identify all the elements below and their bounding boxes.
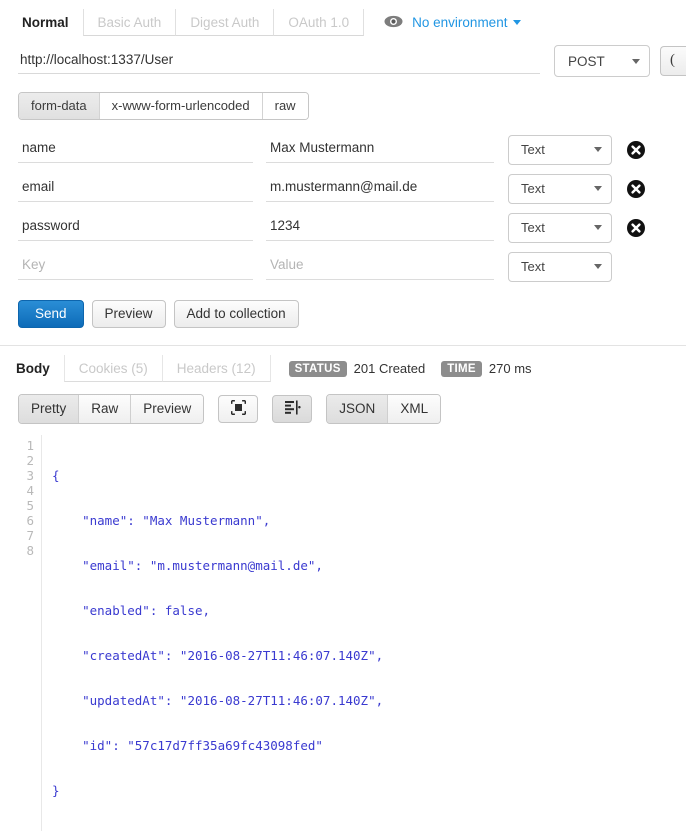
line-number: 2 (18, 453, 34, 468)
line-number: 7 (18, 528, 34, 543)
url-params-button[interactable]: ( (660, 46, 686, 76)
fullscreen-square-icon (231, 400, 246, 418)
code-line: { (52, 468, 383, 483)
delete-row-icon[interactable] (627, 141, 645, 159)
form-key-input[interactable] (18, 137, 253, 163)
status-badge: STATUS (289, 361, 347, 377)
form-value-input[interactable] (266, 254, 494, 280)
url-params-label: ( (670, 52, 675, 69)
tab-oauth-1[interactable]: OAuth 1.0 (273, 9, 364, 36)
auth-tab-bar: Normal Basic Auth Digest Auth OAuth 1.0 … (0, 0, 686, 36)
chevron-down-icon (594, 147, 602, 152)
format-mode-group: Pretty Raw Preview (18, 394, 204, 424)
response-body-code: { "name": "Max Mustermann", "email": "m.… (42, 435, 383, 831)
chevron-down-icon (594, 225, 602, 230)
body-type-raw[interactable]: raw (262, 93, 308, 119)
line-number: 4 (18, 483, 34, 498)
form-data-row-empty: Text (18, 247, 686, 286)
tab-digest-auth[interactable]: Digest Auth (175, 9, 273, 36)
form-key-input[interactable] (18, 215, 253, 241)
status-value: 201 Created (354, 361, 426, 376)
chevron-down-icon (632, 59, 640, 64)
url-input[interactable] (18, 48, 540, 74)
response-tab-bar: Body Cookies (5) Headers (12) STATUS 201… (0, 346, 686, 382)
chevron-down-icon (594, 264, 602, 269)
wrap-lines-icon (284, 400, 301, 418)
form-key-input[interactable] (18, 254, 253, 280)
line-number: 1 (18, 438, 34, 453)
eye-icon[interactable] (384, 15, 403, 31)
environment-selector[interactable]: No environment (368, 9, 521, 36)
line-number: 5 (18, 498, 34, 513)
send-button[interactable]: Send (18, 300, 84, 328)
form-key-input[interactable] (18, 176, 253, 202)
format-pretty-button[interactable]: Pretty (19, 395, 78, 423)
chevron-down-icon (594, 186, 602, 191)
form-data-row: Text (18, 169, 686, 208)
environment-label[interactable]: No environment (412, 15, 507, 30)
code-line: "name": "Max Mustermann", (52, 513, 383, 528)
time-badge: TIME (441, 361, 482, 377)
code-line: } (52, 783, 383, 798)
body-type-tabs: form-data x-www-form-urlencoded raw (0, 86, 686, 120)
form-data-row: Text (18, 208, 686, 247)
line-number: 3 (18, 468, 34, 483)
code-line: "createdAt": "2016-08-27T11:46:07.140Z", (52, 648, 383, 663)
form-value-input[interactable] (266, 176, 494, 202)
form-data-row: Text (18, 130, 686, 169)
form-value-input[interactable] (266, 137, 494, 163)
language-group: JSON XML (326, 394, 441, 424)
response-meta: STATUS 201 Created TIME 270 ms (271, 355, 532, 382)
tab-normal[interactable]: Normal (8, 9, 83, 36)
form-type-value: Text (521, 259, 545, 274)
form-type-value: Text (521, 181, 545, 196)
tab-headers[interactable]: Headers (12) (162, 355, 271, 382)
http-method-select[interactable]: POST (554, 45, 650, 77)
form-type-value: Text (521, 142, 545, 157)
line-number-gutter: 1 2 3 4 5 6 7 8 (18, 435, 42, 831)
fullscreen-button[interactable] (218, 395, 258, 423)
language-json-button[interactable]: JSON (327, 395, 387, 423)
response-toolbar: Pretty Raw Preview JSON XML (0, 382, 686, 424)
chevron-down-icon[interactable] (513, 20, 521, 25)
format-raw-button[interactable]: Raw (78, 395, 130, 423)
form-type-select[interactable]: Text (508, 174, 612, 204)
language-xml-button[interactable]: XML (387, 395, 440, 423)
form-type-select[interactable]: Text (508, 213, 612, 243)
body-type-urlencoded[interactable]: x-www-form-urlencoded (99, 93, 262, 119)
time-value: 270 ms (489, 361, 532, 376)
form-data-rows: Text Text Text (0, 120, 686, 286)
delete-row-icon[interactable] (627, 180, 645, 198)
request-url-row: POST ( (0, 36, 686, 86)
wrap-lines-button[interactable] (272, 395, 312, 423)
format-preview-button[interactable]: Preview (130, 395, 203, 423)
request-actions: Send Preview Add to collection (0, 286, 686, 328)
form-type-select[interactable]: Text (508, 252, 612, 282)
preview-button[interactable]: Preview (92, 300, 166, 328)
tab-basic-auth[interactable]: Basic Auth (83, 9, 176, 36)
line-number: 6 (18, 513, 34, 528)
code-line: "id": "57c17d7ff35a69fc43098fed" (52, 738, 383, 753)
code-line: "email": "m.mustermann@mail.de", (52, 558, 383, 573)
http-method-value: POST (568, 54, 605, 69)
form-value-input[interactable] (266, 215, 494, 241)
body-type-form-data[interactable]: form-data (19, 93, 99, 119)
line-number: 8 (18, 543, 34, 558)
code-line: "enabled": false, (52, 603, 383, 618)
tab-cookies[interactable]: Cookies (5) (64, 355, 162, 382)
add-to-collection-button[interactable]: Add to collection (174, 300, 299, 328)
code-line: "updatedAt": "2016-08-27T11:46:07.140Z", (52, 693, 383, 708)
delete-row-icon[interactable] (627, 219, 645, 237)
form-type-value: Text (521, 220, 545, 235)
form-type-select[interactable]: Text (508, 135, 612, 165)
tab-body[interactable]: Body (8, 355, 64, 382)
response-body-viewer[interactable]: 1 2 3 4 5 6 7 8 { "name": "Max Musterman… (18, 435, 686, 831)
